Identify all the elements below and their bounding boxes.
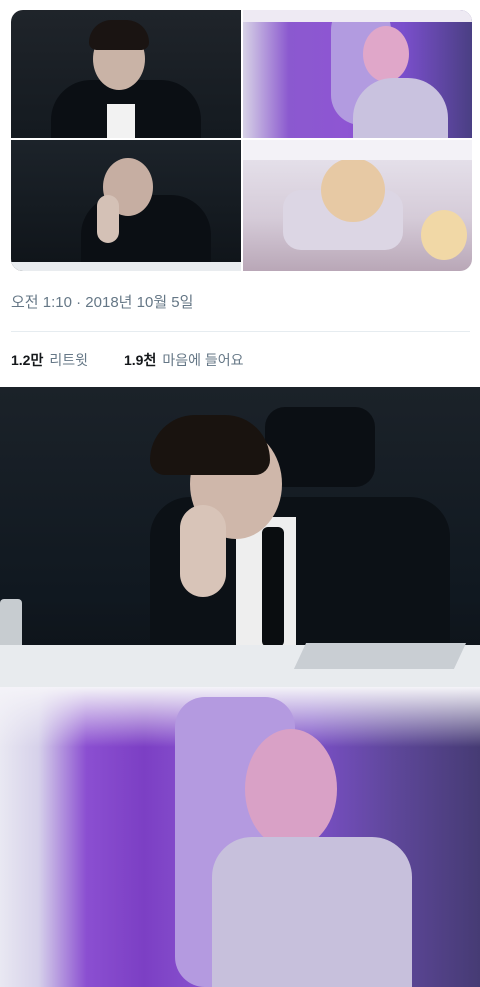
enlarged-photo-1[interactable] — [0, 387, 480, 687]
retweet-count: 1.2만 — [11, 352, 44, 368]
photo-desk — [11, 262, 241, 271]
photo-figure-head-2 — [421, 210, 467, 260]
like-stat[interactable]: 1.9천 마음에 들어요 — [124, 350, 244, 370]
enlarged-photo-2[interactable] — [0, 687, 480, 987]
like-label: 마음에 들어요 — [162, 352, 244, 368]
tweet-photo-4[interactable] — [243, 140, 472, 271]
photo-figure-head — [363, 26, 409, 82]
tweet-photo-2[interactable] — [243, 10, 472, 138]
photo-figure-body — [353, 78, 448, 138]
photo-figure-hair — [150, 415, 270, 475]
photo-figure-tie — [262, 527, 284, 647]
photo-figure-shirt — [107, 104, 135, 138]
divider — [11, 331, 470, 332]
retweet-stat[interactable]: 1.2만 리트윗 — [11, 350, 88, 370]
photo-headboard — [243, 140, 472, 160]
photo-lamp — [243, 10, 472, 22]
tweet-photo-3[interactable] — [11, 140, 241, 271]
photo-figure-head — [245, 729, 337, 849]
photo-figure-hand — [180, 505, 226, 597]
tweet-timestamp[interactable]: 오전 1:10 · 2018년 10월 5일 — [11, 291, 193, 312]
photo-cup — [0, 599, 22, 649]
photo-papers — [293, 643, 467, 669]
photo-figure-head — [321, 158, 385, 222]
photo-figure-hair — [89, 20, 149, 50]
tweet-media-grid — [11, 10, 472, 271]
photo-figure-hand — [97, 195, 119, 243]
tweet-photo-1[interactable] — [11, 10, 241, 138]
tweet-stats: 1.2만 리트윗 1.9천 마음에 들어요 — [11, 350, 280, 370]
photo-figure-body — [212, 837, 412, 987]
like-count: 1.9천 — [123, 352, 157, 368]
retweet-label: 리트윗 — [49, 352, 88, 368]
